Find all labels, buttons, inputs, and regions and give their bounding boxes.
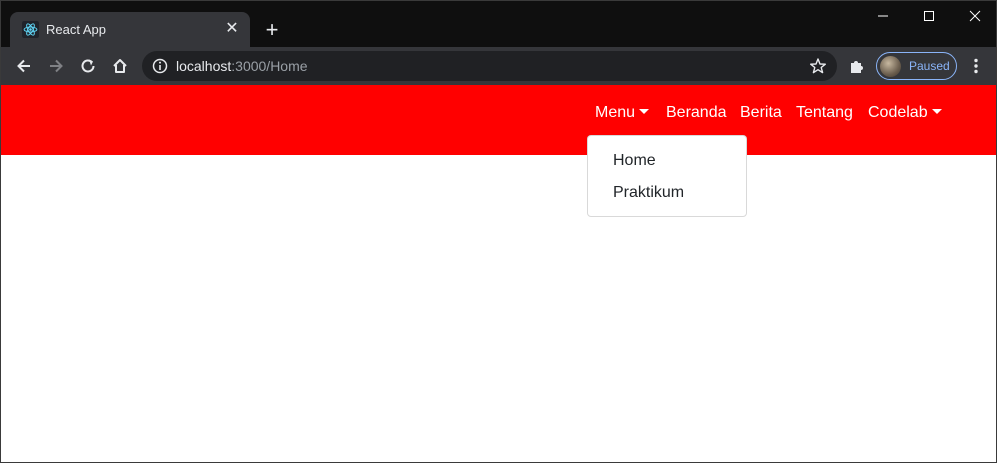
forward-arrow-icon <box>50 59 63 73</box>
dropdown-item-praktikum[interactable]: Praktikum <box>613 184 684 202</box>
close-window-button[interactable] <box>952 1 996 31</box>
url-path: :3000/Home <box>231 58 308 74</box>
bookmark-star-icon[interactable] <box>809 57 827 75</box>
back-arrow-icon <box>17 59 30 73</box>
profile-button[interactable]: Paused <box>876 52 957 80</box>
dropdown-item-home[interactable]: Home <box>613 152 656 170</box>
navbar: Menu Beranda Berita Tentang Codelab <box>1 85 996 155</box>
reload-icon <box>81 59 95 73</box>
caret-down-icon <box>639 109 650 114</box>
new-tab-button[interactable]: + <box>259 17 285 43</box>
close-icon <box>969 10 980 22</box>
nav-menu-label: Menu <box>595 104 636 121</box>
dropdown-menu: Home Praktikum <box>587 135 747 217</box>
home-icon <box>113 59 127 73</box>
minimize-icon <box>877 15 888 17</box>
url-text: localhost:3000/Home <box>176 58 308 74</box>
profile-status: Paused <box>909 59 950 73</box>
back-button[interactable] <box>12 54 36 78</box>
info-icon[interactable] <box>152 58 168 74</box>
maximize-icon <box>923 11 934 21</box>
nav-link-beranda[interactable]: Beranda <box>666 104 727 122</box>
url-host: localhost <box>176 58 232 74</box>
browser-toolbar: localhost:3000/Home Paused <box>1 47 996 85</box>
puzzle-icon <box>851 61 863 73</box>
nav-link-tentang[interactable]: Tentang <box>796 104 853 122</box>
tab-close-icon[interactable]: ✕ <box>223 20 241 38</box>
nav-codelab-label: Codelab <box>868 104 928 121</box>
minimize-button[interactable] <box>860 1 905 31</box>
home-button[interactable] <box>108 54 132 78</box>
browser-window: React App ✕ + localhost:3000/Home Paused… <box>0 0 997 463</box>
kebab-menu-icon <box>974 58 978 74</box>
forward-button[interactable] <box>44 54 68 78</box>
tab-strip: React App ✕ + <box>1 1 996 47</box>
page-content: Menu Beranda Berita Tentang Codelab Home… <box>1 85 996 462</box>
tab-title: React App <box>46 22 106 37</box>
browser-tab[interactable]: React App ✕ <box>10 12 250 47</box>
extensions-button[interactable] <box>845 54 869 78</box>
react-icon <box>22 21 39 38</box>
reload-button[interactable] <box>76 54 100 78</box>
avatar <box>880 56 901 77</box>
menu-button[interactable] <box>964 54 988 78</box>
address-bar[interactable]: localhost:3000/Home <box>142 51 837 81</box>
nav-codelab-dropdown[interactable]: Codelab <box>868 104 942 122</box>
caret-down-icon <box>931 109 942 114</box>
nav-link-berita[interactable]: Berita <box>740 104 782 122</box>
nav-menu-dropdown[interactable]: Menu <box>595 104 650 122</box>
maximize-button[interactable] <box>906 1 951 31</box>
